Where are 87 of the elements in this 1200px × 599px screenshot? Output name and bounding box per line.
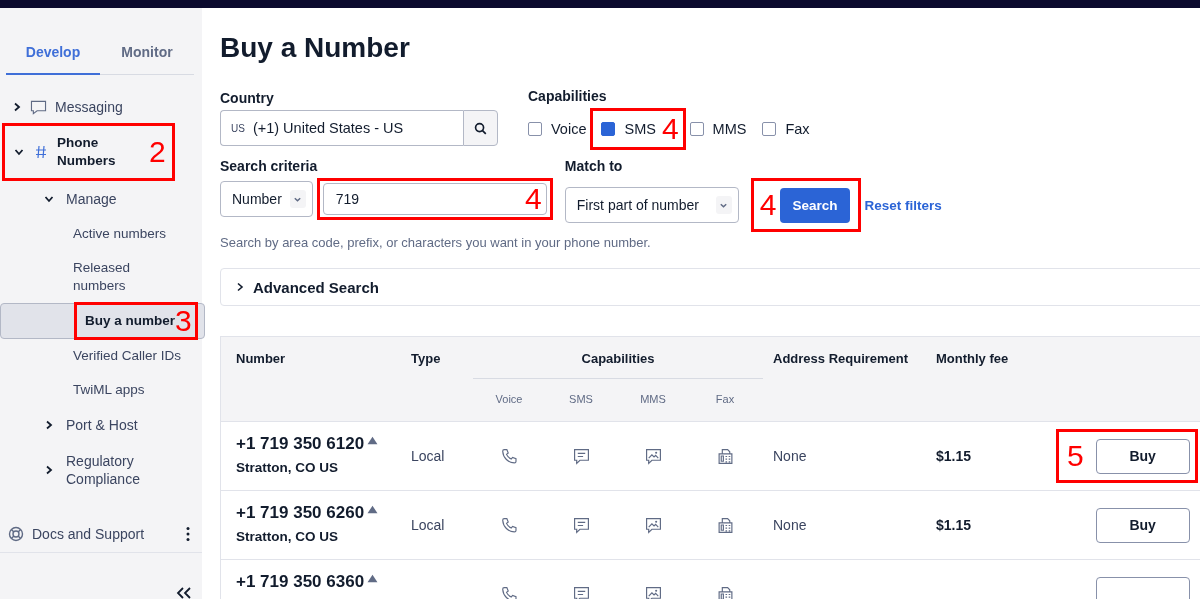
fax-icon [716, 516, 734, 534]
match-dropdown[interactable]: First part of number [564, 187, 739, 223]
subcolumn-header: Voice [494, 392, 524, 405]
caret-icon [715, 196, 732, 214]
chevron-icon [12, 102, 22, 112]
buy-button[interactable]: Buy [1095, 507, 1190, 543]
page-title: Buy a Number [220, 32, 411, 64]
number-location: Stratton, CO US [236, 529, 339, 544]
nav-link[interactable]: Buy a number [77, 304, 176, 338]
nav-group[interactable]: Regulatory Compliance [0, 443, 205, 497]
column-header: Number [235, 350, 287, 368]
table-cell-text: None [773, 517, 808, 533]
image-message-icon [644, 516, 662, 534]
nav-group[interactable]: Messaging [0, 91, 135, 123]
number-location: Stratton, CO US [236, 460, 339, 475]
column-header: Type [411, 350, 442, 368]
triangle-icon [367, 436, 379, 445]
image-message-icon [644, 585, 662, 599]
phone-number: +1 719 350 6260 [236, 503, 365, 523]
nav-link[interactable]: Released numbers [0, 251, 185, 303]
field-label: Country [220, 90, 275, 106]
panel-title: Advanced Search [253, 278, 379, 296]
subcolumn-header: Fax [714, 392, 736, 405]
checkbox[interactable]: Voice [528, 114, 587, 144]
nav-group[interactable]: Phone Numbers [5, 126, 137, 178]
search-button[interactable] [463, 110, 498, 146]
phone-icon [500, 585, 518, 599]
checkbox[interactable]: Fax [762, 114, 810, 144]
search-icon [474, 121, 487, 135]
annotation-number: 3 [175, 306, 192, 336]
docs-link[interactable]: Docs and Support [32, 526, 178, 542]
column-header: Address Requirement [773, 350, 910, 368]
subcolumn-header: SMS [568, 392, 594, 405]
nav-tab[interactable]: Monitor [100, 30, 194, 75]
triangle-icon [367, 505, 379, 514]
chat-icon [572, 447, 590, 465]
column-header: Monthly fee [936, 350, 1010, 368]
phone-icon [500, 447, 518, 465]
advanced-search-panel[interactable]: Advanced Search [220, 268, 1200, 306]
image-message-icon [644, 447, 662, 465]
annotation-number: 5 [1067, 441, 1084, 471]
chevron-icon [44, 465, 54, 475]
table-cell-text: Local [411, 448, 446, 464]
phone-icon [500, 516, 518, 534]
chat-icon [572, 585, 590, 599]
chevron-icon [44, 194, 54, 204]
chevron-icon [44, 420, 54, 430]
buy-button[interactable]: Buy [1095, 438, 1190, 474]
search-button[interactable]: Search [780, 187, 850, 223]
checkbox[interactable]: MMS [689, 114, 747, 144]
reset-filters-link[interactable]: Reset filters [864, 197, 942, 213]
criteria-dropdown[interactable]: Number [220, 181, 313, 217]
table-cell-text: $1.15 [936, 448, 973, 464]
table-cell-text: $1.15 [936, 517, 973, 533]
field-label: Capabilities [528, 88, 608, 104]
phone-number: +1 719 350 6120 [236, 434, 365, 454]
column-header: Capabilities [473, 337, 763, 379]
checkbox[interactable]: SMS [601, 114, 656, 144]
phone-number: +1 719 350 6360 [236, 572, 365, 592]
chat-icon [572, 516, 590, 534]
nav-link[interactable]: TwiML apps [0, 373, 145, 407]
collapse-icon[interactable] [176, 587, 192, 599]
field-label: Match to [564, 158, 624, 174]
nav-group[interactable]: Manage [0, 181, 205, 217]
fax-icon [716, 585, 734, 599]
hint-text: Search by area code, prefix, or characters you want in your phone number. [220, 235, 652, 250]
field-label: Search criteria [220, 158, 319, 174]
subcolumn-header: MMS [639, 392, 667, 405]
chat-icon [30, 99, 47, 115]
triangle-icon [367, 574, 379, 583]
chevron-icon [235, 282, 245, 292]
annotation-number: 4 [525, 184, 542, 214]
chevron-icon [14, 147, 24, 157]
fax-icon [716, 447, 734, 465]
more-icon[interactable] [186, 526, 190, 542]
lifebuoy-icon [8, 526, 24, 542]
nav-link[interactable]: Active numbers [0, 217, 167, 251]
nav-link[interactable]: Verified Caller IDs [0, 339, 182, 373]
table-cell-text: None [773, 448, 808, 464]
table-cell-text: Local [411, 517, 446, 533]
caret-icon [289, 190, 306, 208]
nav-group[interactable]: Port & Host [0, 407, 205, 443]
nav-tab[interactable]: Develop [6, 30, 100, 75]
country-field[interactable]: US (+1) United States - US [220, 110, 463, 146]
annotation-number: 4 [661, 114, 679, 144]
annotation-number: 2 [149, 137, 166, 167]
annotation-number: 4 [759, 190, 777, 220]
